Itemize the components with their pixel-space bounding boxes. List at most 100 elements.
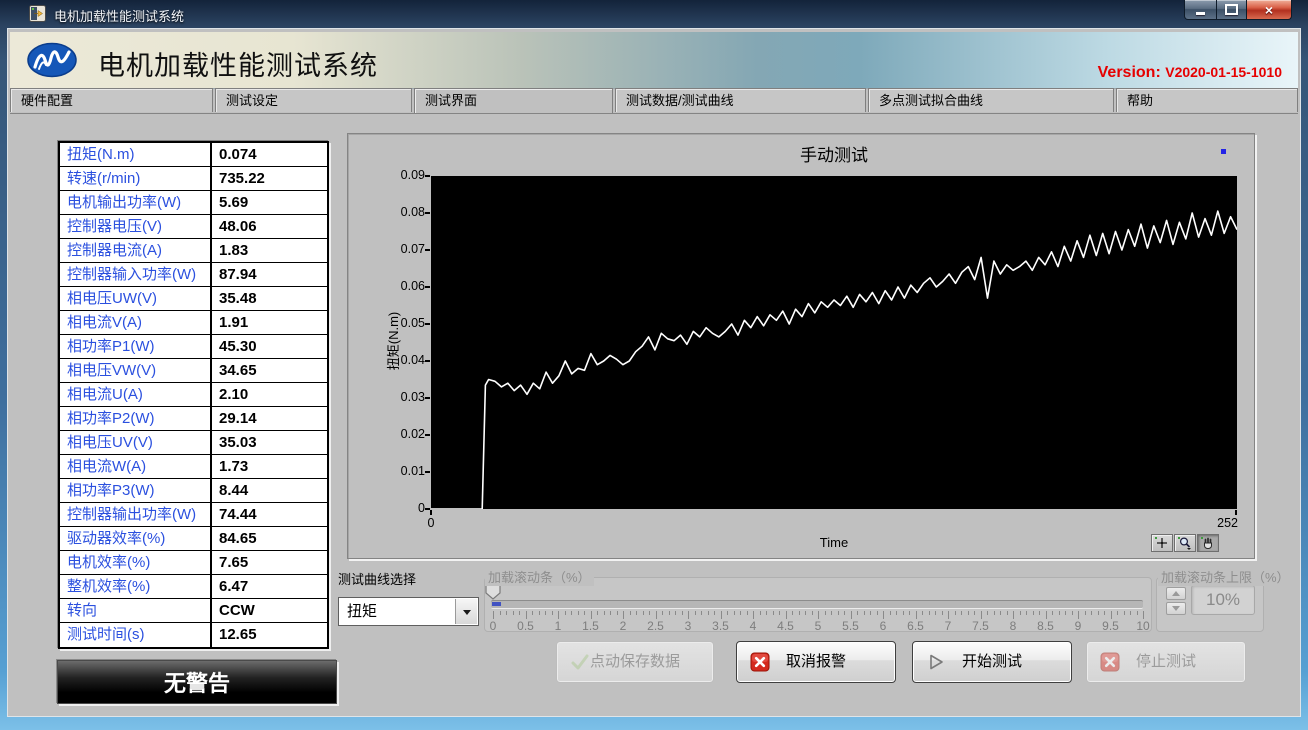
upper-limit-label: 加载滚动条上限（%）	[1158, 567, 1293, 586]
param-label: 相功率P3(W)	[60, 479, 212, 502]
chart-panel: 手动测试 扭矩(N.m) 0 252 Time 0.090.080.070.06…	[347, 133, 1255, 559]
y-tick-mark	[425, 471, 430, 473]
slider-tick	[552, 611, 553, 615]
slider-tick-label: 6	[880, 619, 887, 633]
slider-tick-label: 7	[945, 619, 952, 633]
param-value: 1.83	[212, 239, 327, 262]
slider-tick-label: 1	[555, 619, 562, 633]
param-label: 控制器输入功率(W)	[60, 263, 212, 286]
header-banner: 电机加载性能测试系统 Version: V2020-01-15-1010	[10, 32, 1298, 89]
slider-tick	[1117, 611, 1118, 615]
y-tick-label: 0.01	[369, 464, 425, 478]
table-row: 控制器电压(V)48.06	[60, 215, 327, 239]
chart-plot	[431, 176, 1237, 509]
param-label: 相功率P1(W)	[60, 335, 212, 358]
slider-tick-label: 7.5	[972, 619, 989, 633]
slider-tick	[708, 611, 709, 615]
slider-tick	[656, 611, 657, 619]
slider-tick	[1111, 611, 1112, 619]
cancel-alarm-button[interactable]: 取消报警	[736, 641, 896, 683]
tab-4[interactable]: 测试数据/测试曲线	[615, 88, 866, 112]
table-row: 控制器输出功率(W)74.44	[60, 503, 327, 527]
slider-tick	[675, 611, 676, 615]
y-axis-label: 扭矩(N.m)	[383, 286, 399, 396]
tab-5[interactable]: 多点测试拟合曲线	[868, 88, 1114, 112]
curve-select-value: 扭矩	[347, 598, 377, 625]
maximize-button[interactable]	[1217, 0, 1247, 20]
table-row: 控制器电流(A)1.83	[60, 239, 327, 263]
slider-tick	[597, 611, 598, 615]
tab-6[interactable]: 帮助	[1116, 88, 1298, 112]
slider-tick	[766, 611, 767, 615]
crosshair-tool-icon[interactable]	[1151, 534, 1173, 552]
zoom-tool-icon[interactable]	[1174, 534, 1196, 552]
param-value: 5.69	[212, 191, 327, 214]
slider-tick-label: 3.5	[712, 619, 729, 633]
slider-tick	[695, 611, 696, 615]
minimize-button[interactable]	[1184, 0, 1217, 20]
app-title: 电机加载性能测试系统	[98, 44, 378, 83]
tab-2[interactable]: 测试设定	[215, 88, 412, 112]
slider-tick	[786, 611, 787, 619]
slider-tick	[734, 611, 735, 615]
slider-tick	[1137, 611, 1138, 615]
tab-1[interactable]: 硬件配置	[10, 88, 213, 112]
table-row: 驱动器效率(%)84.65	[60, 527, 327, 551]
slider-tick-labels: 00.511.522.533.544.555.566.577.588.599.5…	[493, 619, 1143, 633]
param-label: 转向	[60, 599, 212, 622]
param-value: 0.074	[212, 143, 327, 166]
curve-select-combo[interactable]: 扭矩	[338, 597, 479, 626]
start-test-button[interactable]: 开始测试	[912, 641, 1072, 683]
slider-tick	[636, 611, 637, 615]
param-value: CCW	[212, 599, 327, 622]
slider-tick	[812, 611, 813, 615]
slider-tick-label: 5.5	[842, 619, 859, 633]
chevron-down-icon[interactable]	[455, 599, 477, 624]
slider-tick-label: 9	[1075, 619, 1082, 633]
slider-tick	[877, 611, 878, 615]
close-button[interactable]: ×	[1247, 0, 1292, 20]
slider-tick	[649, 611, 650, 615]
table-row: 相电压VW(V)34.65	[60, 359, 327, 383]
param-label: 转速(r/min)	[60, 167, 212, 190]
tab-3-active[interactable]: 测试界面	[414, 88, 613, 113]
param-label: 电机输出功率(W)	[60, 191, 212, 214]
parameter-table: 扭矩(N.m)0.074转速(r/min)735.22电机输出功率(W)5.69…	[58, 141, 329, 649]
table-row: 相功率P3(W)8.44	[60, 479, 327, 503]
table-row: 电机效率(%)7.65	[60, 551, 327, 575]
slider-tick	[1013, 611, 1014, 619]
x-axis-first-label: 0	[421, 516, 441, 530]
app-icon	[29, 5, 46, 22]
button-label: 取消报警	[737, 642, 895, 682]
slider-tick-label: 0.5	[517, 619, 534, 633]
slider-tick	[513, 611, 514, 615]
spinner-up-icon	[1166, 587, 1186, 600]
slider-tick	[630, 611, 631, 615]
slider-tick-label: 3	[685, 619, 692, 633]
slider-track	[491, 600, 1143, 609]
pan-tool-icon[interactable]	[1197, 534, 1219, 552]
param-label: 电机效率(%)	[60, 551, 212, 574]
slider-tick	[721, 611, 722, 619]
slider-tick	[1000, 611, 1001, 615]
table-row: 扭矩(N.m)0.074	[60, 143, 327, 167]
table-row: 相电流U(A)2.10	[60, 383, 327, 407]
slider-tick-label: 2	[620, 619, 627, 633]
param-value: 1.73	[212, 455, 327, 478]
slider-tick	[604, 611, 605, 615]
curve-select-label: 测试曲线选择	[338, 569, 416, 588]
slider-tick-label: 8.5	[1037, 619, 1054, 633]
slider-tick	[799, 611, 800, 615]
slider-tick	[818, 611, 819, 619]
slider-tick	[909, 611, 910, 615]
slider-tick	[539, 611, 540, 615]
y-tick-label: 0.09	[369, 168, 425, 182]
slider-tick	[1059, 611, 1060, 615]
slider-tick	[896, 611, 897, 615]
param-label: 相电压VW(V)	[60, 359, 212, 382]
y-tick-label: 0.04	[369, 353, 425, 367]
slider-tick-label: 8	[1010, 619, 1017, 633]
slider-tick	[1033, 611, 1034, 615]
slider-tick-label: 0	[490, 619, 497, 633]
slider-tick	[571, 611, 572, 615]
